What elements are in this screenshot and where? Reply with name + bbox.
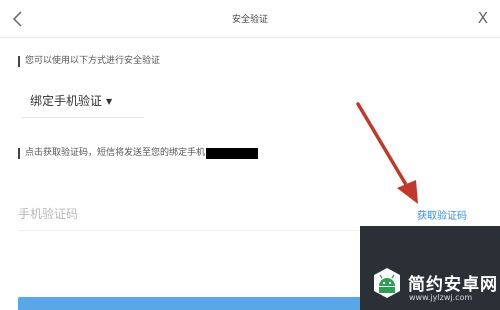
watermark-domain: www.jylzwj.com xyxy=(409,293,473,302)
verification-options-text: 您可以使用以下方式进行安全验证 xyxy=(25,56,161,66)
verification-method-dropdown[interactable]: 绑定手机验证 ▼ xyxy=(30,92,112,109)
sms-hint-text: 点击获取验证码，短信将发送至您的绑定手机 xyxy=(25,148,206,158)
verification-method-value: 绑定手机验证 xyxy=(30,94,103,108)
redacted-phone-number xyxy=(206,148,259,159)
top-bar: 安全验证 X xyxy=(0,0,500,38)
get-code-button[interactable]: 获取验证码 xyxy=(417,207,467,222)
red-arrow-annotation xyxy=(356,102,418,204)
page-title: 安全验证 xyxy=(231,15,268,25)
sms-code-input[interactable] xyxy=(18,204,348,224)
close-button[interactable]: X xyxy=(478,9,488,27)
watermark-overlay: 简约安卓网 www.jylzwj.com xyxy=(360,226,500,310)
divider xyxy=(22,117,144,118)
verification-options-label: 您可以使用以下方式进行安全验证 xyxy=(18,56,160,67)
sms-hint-label: 点击获取验证码，短信将发送至您的绑定手机 xyxy=(18,148,259,159)
watermark-name: 简约安卓网 xyxy=(408,275,498,295)
caret-down-icon: ▼ xyxy=(106,97,113,106)
android-logo-icon xyxy=(374,268,400,298)
